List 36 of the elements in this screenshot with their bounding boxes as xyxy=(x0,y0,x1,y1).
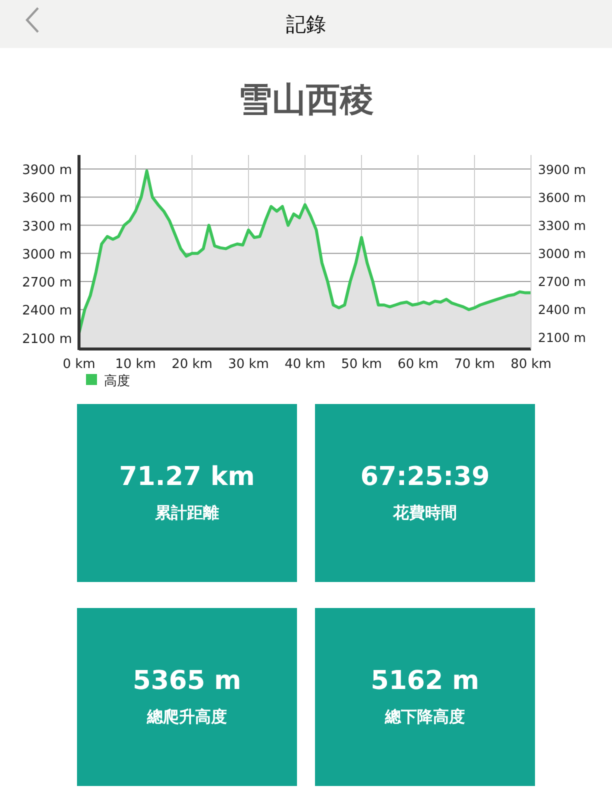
x-axis-label: 60 km xyxy=(398,357,438,372)
stat-label: 累計距離 xyxy=(155,502,219,524)
x-axis-label: 70 km xyxy=(454,357,495,372)
stat-value: 5365 m xyxy=(132,665,242,697)
back-icon[interactable] xyxy=(24,6,40,34)
y-axis-label: 3300 m xyxy=(22,219,72,234)
x-axis-label: 40 km xyxy=(284,357,326,372)
legend-swatch xyxy=(86,374,97,385)
y-axis-label: 3300 m xyxy=(538,218,586,233)
stat-label: 花費時間 xyxy=(393,502,457,524)
y-axis-label: 3000 m xyxy=(22,247,72,262)
x-axis-label: 30 km xyxy=(228,357,269,372)
x-axis-label: 80 km xyxy=(510,357,552,372)
x-axis-label: 20 km xyxy=(172,357,212,372)
y-axis-label: 2700 m xyxy=(538,274,586,289)
route-title: 雪山西稜 xyxy=(238,80,374,122)
y-axis-label: 2400 m xyxy=(22,304,72,319)
y-axis-label: 3600 m xyxy=(538,190,586,205)
stat-label: 總爬升高度 xyxy=(147,706,227,728)
y-axis-label: 3600 m xyxy=(22,191,72,206)
stat-value: 67:25:39 xyxy=(360,461,490,493)
screen-title: 記錄 xyxy=(286,11,326,38)
stat-label: 總下降高度 xyxy=(385,706,465,728)
y-axis-label: 2700 m xyxy=(22,276,72,291)
y-axis-label: 3000 m xyxy=(538,246,586,261)
y-axis-label: 2100 m xyxy=(538,330,586,345)
y-axis-label: 2100 m xyxy=(22,332,72,347)
stat-value: 5162 m xyxy=(370,665,480,697)
x-axis-label: 50 km xyxy=(341,357,382,372)
stat-value: 71.27 km xyxy=(119,461,255,493)
x-axis-label: 10 km xyxy=(115,357,156,372)
y-axis-label: 3900 m xyxy=(538,162,586,177)
y-axis-label: 3900 m xyxy=(22,163,72,178)
y-axis-label: 2400 m xyxy=(538,302,586,317)
x-axis-label: 0 km xyxy=(62,357,96,372)
legend-label: 高度 xyxy=(104,374,130,389)
